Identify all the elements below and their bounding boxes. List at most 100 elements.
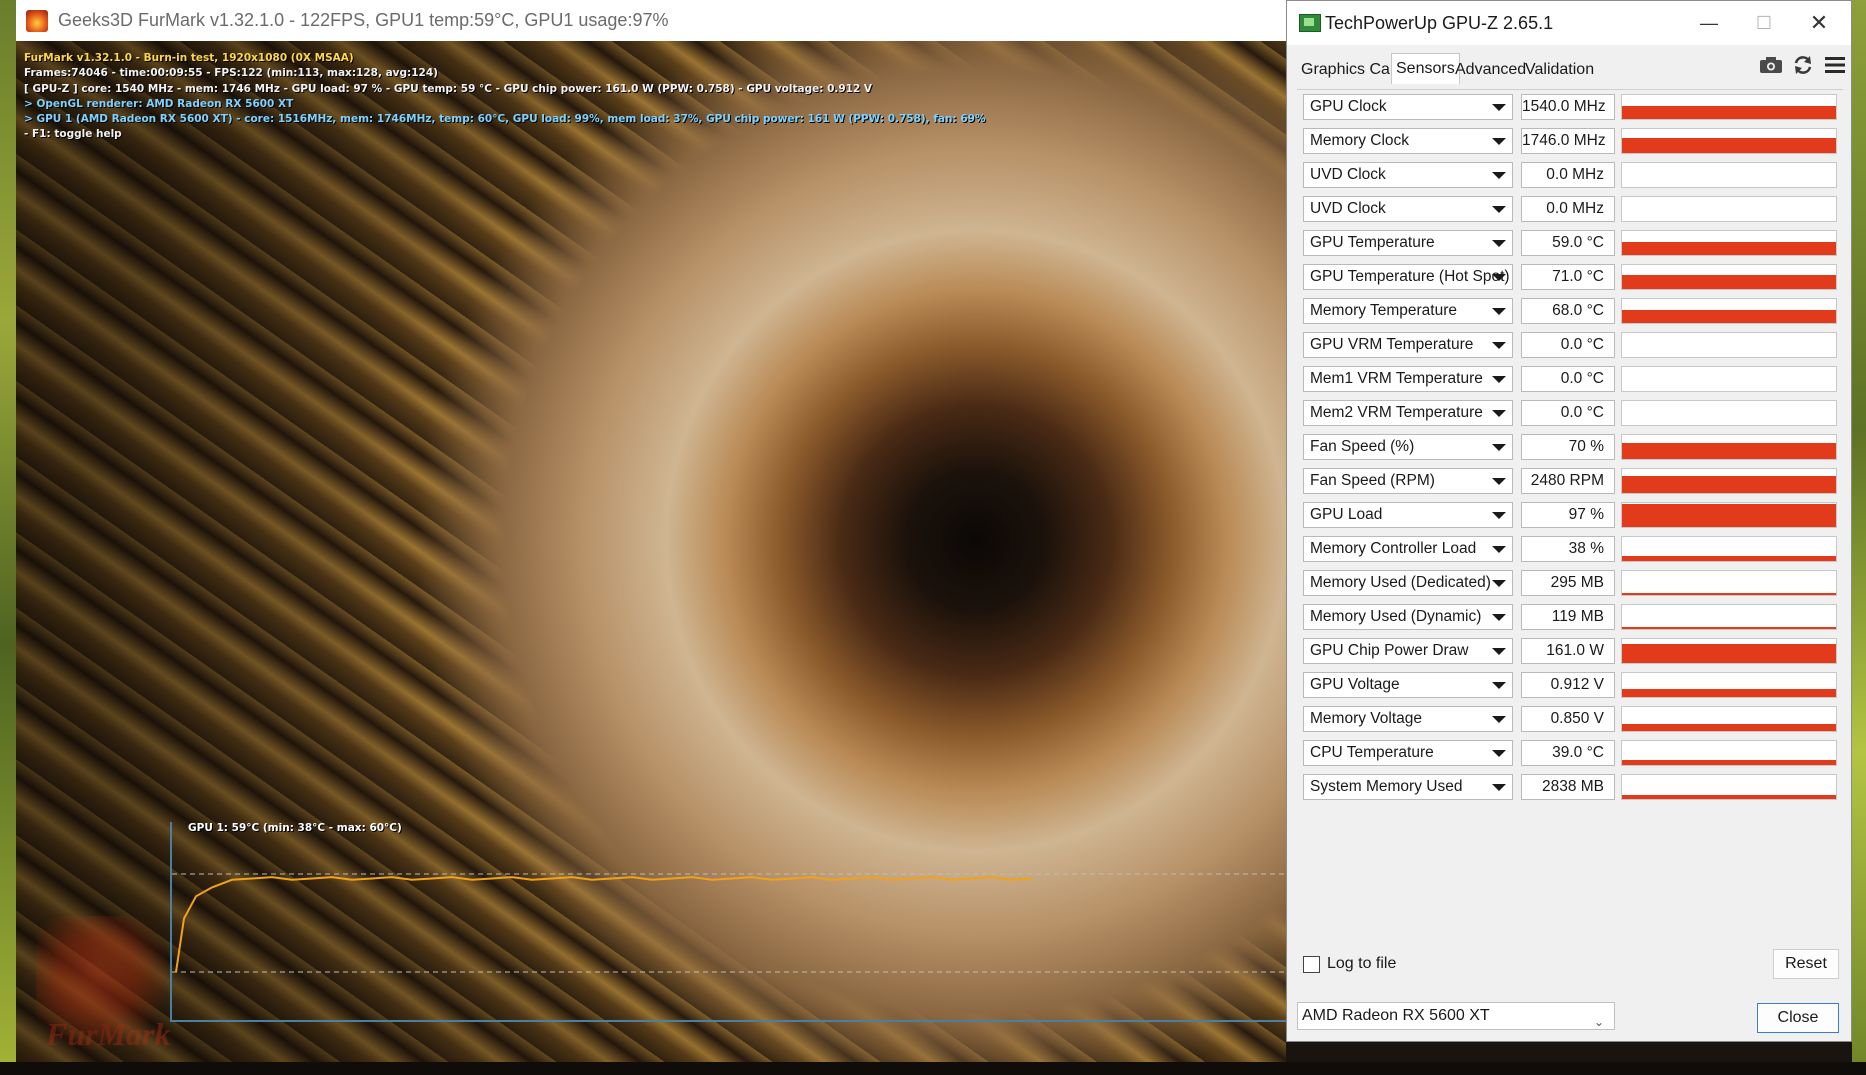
sensor-name-dropdown[interactable]: Memory Voltage	[1303, 706, 1513, 732]
camera-icon[interactable]	[1757, 51, 1785, 79]
sensor-name-dropdown[interactable]: GPU VRM Temperature	[1303, 332, 1513, 358]
sensor-graph[interactable]	[1621, 366, 1837, 392]
sensor-name-dropdown[interactable]: UVD Clock	[1303, 196, 1513, 222]
sensor-list: GPU Clock 1540.0 MHz Memory Clock 1746.0 MH…	[1297, 89, 1843, 942]
sensor-row: GPU Voltage 0.912 V	[1297, 668, 1843, 702]
dropdown-arrow-icon	[1492, 478, 1506, 485]
sensor-graph[interactable]	[1621, 502, 1837, 528]
gpu-select-dropdown[interactable]: AMD Radeon RX 5600 XT ⌄	[1297, 1002, 1615, 1030]
sensor-value: 161.0 W	[1521, 638, 1615, 664]
dropdown-arrow-icon	[1492, 444, 1506, 451]
minimize-button[interactable]: —	[1687, 7, 1731, 39]
sensor-value: 295 MB	[1521, 570, 1615, 596]
sensor-graph[interactable]	[1621, 774, 1837, 800]
sensor-graph[interactable]	[1621, 672, 1837, 698]
sensor-name-dropdown[interactable]: Fan Speed (RPM)	[1303, 468, 1513, 494]
log-to-file-checkbox[interactable]: Log to file	[1303, 955, 1396, 973]
sensor-graph[interactable]	[1621, 94, 1837, 120]
sensor-graph[interactable]	[1621, 400, 1837, 426]
sensor-graph[interactable]	[1621, 434, 1837, 460]
log-to-file-label: Log to file	[1327, 955, 1397, 972]
sensor-row: UVD Clock 0.0 MHz	[1297, 192, 1843, 226]
sensor-graph[interactable]	[1621, 536, 1837, 562]
sensor-name-label: Memory Used (Dynamic)	[1310, 608, 1482, 625]
sensor-row: UVD Clock 0.0 MHz	[1297, 158, 1843, 192]
gpuz-bottom-bar: Log to file Reset AMD Radeon RX 5600 XT …	[1297, 943, 1843, 1033]
sensor-graph[interactable]	[1621, 706, 1837, 732]
sensor-graph[interactable]	[1621, 570, 1837, 596]
sensor-graph[interactable]	[1621, 196, 1837, 222]
tab-sensors[interactable]: Sensors	[1391, 53, 1460, 84]
sensor-name-dropdown[interactable]: GPU Chip Power Draw	[1303, 638, 1513, 664]
sensor-graph[interactable]	[1621, 604, 1837, 630]
sensor-row: GPU Temperature (Hot Spot) 71.0 °C	[1297, 260, 1843, 294]
sensor-name-dropdown[interactable]: System Memory Used	[1303, 774, 1513, 800]
sensor-graph-bar	[1622, 275, 1836, 289]
sensor-graph-bar	[1622, 689, 1836, 697]
sensor-graph[interactable]	[1621, 298, 1837, 324]
dropdown-arrow-icon	[1492, 716, 1506, 723]
sensor-name-dropdown[interactable]: Mem2 VRM Temperature	[1303, 400, 1513, 426]
gpuz-titlebar[interactable]: TechPowerUp GPU-Z 2.65.1 — ☐ ✕	[1287, 1, 1851, 45]
sensor-graph-bar	[1622, 795, 1836, 799]
maximize-button[interactable]: ☐	[1742, 7, 1786, 39]
sensor-graph[interactable]	[1621, 332, 1837, 358]
sensor-graph[interactable]	[1621, 230, 1837, 256]
osd-line-title: FurMark v1.32.1.0 - Burn-in test, 1920x1…	[24, 52, 354, 64]
sensor-value: 0.0 °C	[1521, 400, 1615, 426]
sensor-value: 2838 MB	[1521, 774, 1615, 800]
sensor-name-dropdown[interactable]: Fan Speed (%)	[1303, 434, 1513, 460]
sensor-graph[interactable]	[1621, 638, 1837, 664]
sensor-graph[interactable]	[1621, 264, 1837, 290]
close-button[interactable]: Close	[1757, 1003, 1839, 1033]
sensor-name-dropdown[interactable]: Memory Used (Dedicated)	[1303, 570, 1513, 596]
tab-advanced[interactable]: Advanced	[1451, 57, 1530, 83]
sensor-name-dropdown[interactable]: Memory Temperature	[1303, 298, 1513, 324]
sensor-name-dropdown[interactable]: Memory Used (Dynamic)	[1303, 604, 1513, 630]
sensor-name-dropdown[interactable]: GPU Voltage	[1303, 672, 1513, 698]
sensor-name-dropdown[interactable]: Memory Clock	[1303, 128, 1513, 154]
reset-button[interactable]: Reset	[1773, 949, 1839, 979]
sensor-graph[interactable]	[1621, 128, 1837, 154]
sensor-value: 97 %	[1521, 502, 1615, 528]
sensor-value: 0.0 °C	[1521, 332, 1615, 358]
sensor-graph[interactable]	[1621, 162, 1837, 188]
menu-icon[interactable]	[1821, 51, 1849, 79]
sensor-name-dropdown[interactable]: Memory Controller Load	[1303, 536, 1513, 562]
osd-line-frames: Frames:74046 - time:00:09:55 - FPS:122 (…	[24, 67, 438, 80]
sensor-graph[interactable]	[1621, 740, 1837, 766]
sensor-row: System Memory Used 2838 MB	[1297, 770, 1843, 804]
sensor-name-label: Fan Speed (RPM)	[1310, 472, 1435, 489]
furmark-titlebar[interactable]: Geeks3D FurMark v1.32.1.0 - 122FPS, GPU1…	[16, 0, 1286, 41]
osd-line-help: - F1: toggle help	[24, 128, 122, 141]
gpuz-tab-bar: Graphics Card Sensors Advanced Validatio…	[1297, 53, 1757, 85]
sensor-name-label: System Memory Used	[1310, 778, 1463, 795]
sensor-name-dropdown[interactable]: GPU Temperature	[1303, 230, 1513, 256]
sensor-name-dropdown[interactable]: UVD Clock	[1303, 162, 1513, 188]
sensor-value: 2480 RPM	[1521, 468, 1615, 494]
dropdown-arrow-icon	[1492, 138, 1506, 145]
sensor-value: 0.0 °C	[1521, 366, 1615, 392]
furmark-render-viewport[interactable]: FurMark v1.32.1.0 - Burn-in test, 1920x1…	[16, 41, 1286, 1062]
close-window-button[interactable]: ✕	[1797, 7, 1841, 39]
gpuz-window[interactable]: TechPowerUp GPU-Z 2.65.1 — ☐ ✕ Graphics …	[1286, 0, 1852, 1042]
sensor-name-dropdown[interactable]: GPU Temperature (Hot Spot)	[1303, 264, 1513, 290]
sensor-name-dropdown[interactable]: GPU Clock	[1303, 94, 1513, 120]
sensor-name-label: GPU Clock	[1310, 98, 1387, 115]
sensor-graph-bar	[1622, 504, 1836, 527]
tab-validation[interactable]: Validation	[1521, 57, 1598, 83]
sensor-row: Memory Used (Dynamic) 119 MB	[1297, 600, 1843, 634]
sensor-name-dropdown[interactable]: CPU Temperature	[1303, 740, 1513, 766]
sensor-name-dropdown[interactable]: GPU Load	[1303, 502, 1513, 528]
sensor-graph-bar	[1622, 476, 1836, 493]
refresh-icon[interactable]	[1789, 51, 1817, 79]
dropdown-arrow-icon	[1492, 206, 1506, 213]
sensor-name-label: GPU Temperature (Hot Spot)	[1310, 268, 1510, 285]
furmark-logo: FurMark	[36, 916, 186, 1056]
sensor-graph-bar	[1622, 556, 1836, 561]
sensor-graph-bar	[1622, 106, 1836, 119]
gpu-temperature-graph-plot	[172, 873, 1286, 973]
sensor-graph[interactable]	[1621, 468, 1837, 494]
sensor-name-dropdown[interactable]: Mem1 VRM Temperature	[1303, 366, 1513, 392]
checkbox-box[interactable]	[1303, 955, 1320, 973]
